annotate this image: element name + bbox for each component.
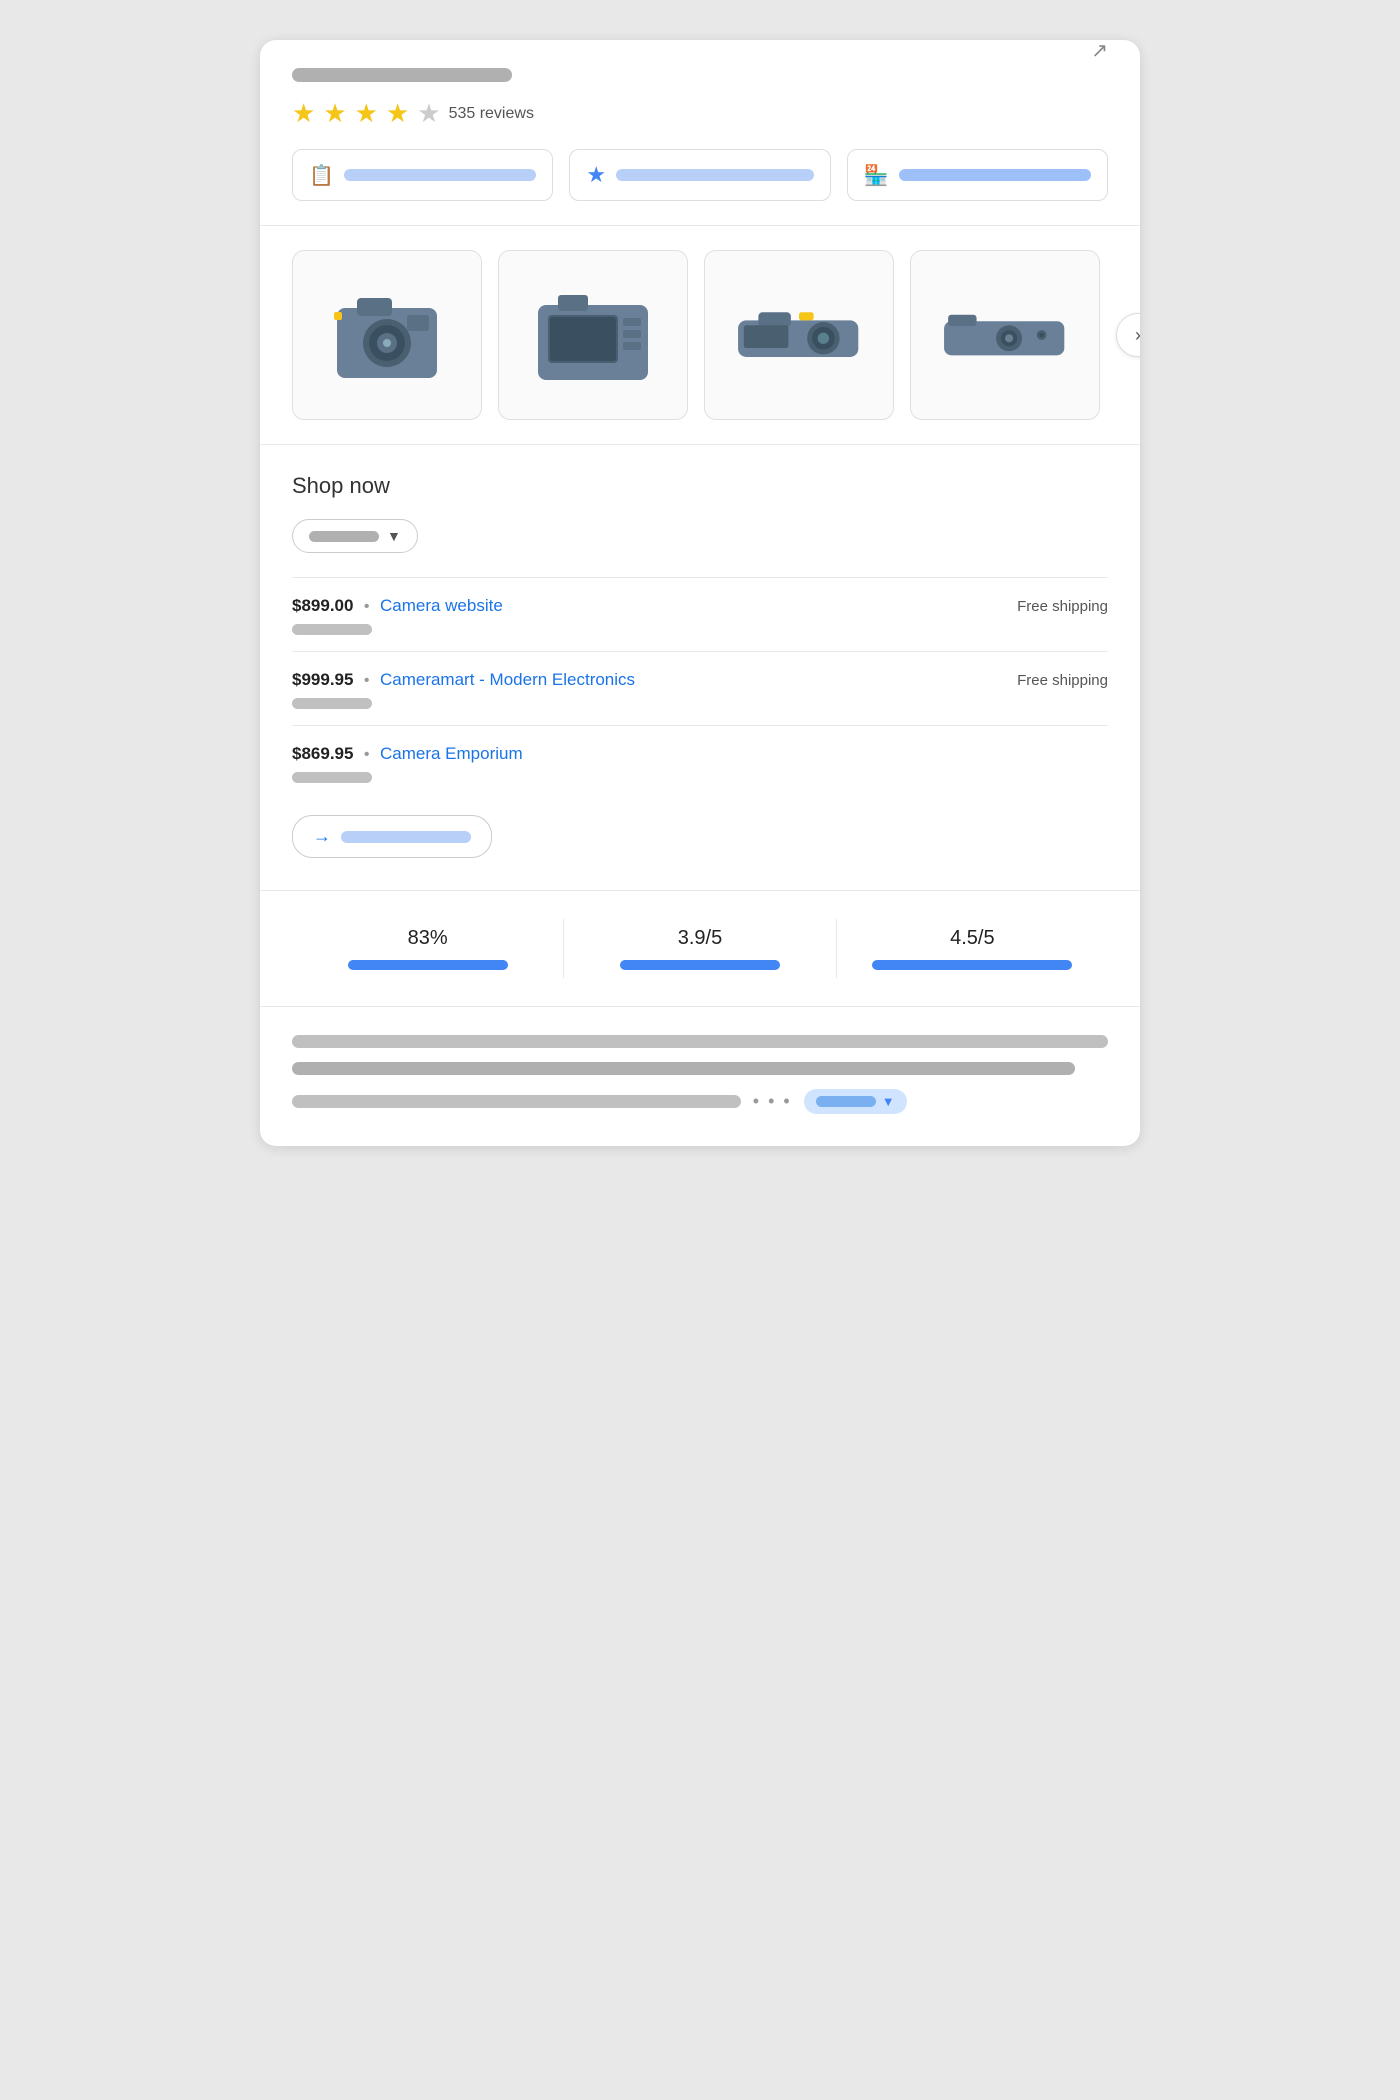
star-1: ★ [292, 98, 315, 129]
text-line-3-row: • • • ▼ [292, 1089, 1108, 1114]
stats-section: 83% 3.9/5 4.5/5 [260, 891, 1140, 1007]
stat-rating1-value: 3.9/5 [678, 927, 722, 950]
listing-1-sub [292, 624, 372, 635]
star-icon: ★ [586, 162, 606, 188]
listing-3-price: $869.95 [292, 744, 353, 763]
store-icon: 🏪 [864, 163, 889, 188]
text-line-1 [292, 1035, 1108, 1048]
star-5-empty: ★ [417, 98, 440, 129]
camera-image-1[interactable] [292, 250, 482, 420]
listing-3-store[interactable]: Camera Emporium [380, 744, 523, 763]
shop-section: Shop now ▼ $899.00 • Camera website Free… [260, 445, 1140, 891]
listing-1-sep: • [364, 598, 370, 615]
stat-rating1-bar [620, 960, 780, 970]
share-icon[interactable]: ↗ [1091, 40, 1108, 63]
listing-1-shipping: Free shipping [1017, 598, 1108, 615]
camera-image-4[interactable] [910, 250, 1100, 420]
action-button-list[interactable]: 📋 [292, 149, 553, 201]
action-btn-label-1 [344, 169, 536, 181]
action-btn-label-3 [899, 169, 1091, 181]
see-more-button[interactable]: → [292, 815, 492, 858]
listing-2-top: $999.95 • Cameramart - Modern Electronic… [292, 670, 1108, 690]
camera-svg-3 [734, 280, 864, 390]
filter-label-bar [309, 531, 379, 542]
camera-svg-2 [528, 280, 658, 390]
listing-3-price-store: $869.95 • Camera Emporium [292, 744, 523, 764]
header-section: ↗ ★ ★ ★ ★ ★ 535 reviews 📋 ★ 🏪 [260, 40, 1140, 226]
more-arrow-icon: → [313, 826, 331, 847]
shop-title: Shop now [292, 473, 1108, 499]
text-line-3 [292, 1095, 741, 1108]
star-3: ★ [355, 98, 378, 129]
list-icon: 📋 [309, 163, 334, 188]
listing-3-sep: • [364, 746, 370, 763]
camera-svg-4 [940, 280, 1070, 390]
images-section: › [260, 226, 1140, 445]
listing-1: $899.00 • Camera website Free shipping [292, 577, 1108, 651]
listing-2-price: $999.95 [292, 670, 353, 689]
next-image-button[interactable]: › [1116, 313, 1140, 357]
text-line-2 [292, 1062, 1075, 1075]
ellipsis: • • • [753, 1091, 792, 1112]
action-button-store[interactable]: 🏪 [847, 149, 1108, 201]
stat-rating2: 4.5/5 [837, 919, 1108, 978]
show-more-button[interactable]: ▼ [804, 1089, 907, 1114]
stat-recommend: 83% [292, 919, 564, 978]
review-count: 535 reviews [449, 105, 534, 123]
stat-recommend-bar [348, 960, 508, 970]
camera-image-3[interactable] [704, 250, 894, 420]
text-section: • • • ▼ [260, 1007, 1140, 1146]
listing-1-store[interactable]: Camera website [380, 596, 503, 615]
camera-image-2[interactable] [498, 250, 688, 420]
filter-chevron-icon: ▼ [387, 528, 401, 544]
camera-svg-1 [322, 280, 452, 390]
listing-2-store[interactable]: Cameramart - Modern Electronics [380, 670, 635, 689]
listing-2-price-store: $999.95 • Cameramart - Modern Electronic… [292, 670, 635, 690]
listing-1-price-store: $899.00 • Camera website [292, 596, 503, 616]
listing-2-sub [292, 698, 372, 709]
rating-row: ★ ★ ★ ★ ★ 535 reviews [292, 98, 1108, 129]
action-btn-label-2 [616, 169, 814, 181]
title-placeholder [292, 68, 512, 82]
stat-rating2-bar [872, 960, 1072, 970]
stat-rating1: 3.9/5 [564, 919, 836, 978]
listing-3-top: $869.95 • Camera Emporium [292, 744, 1108, 764]
listing-1-price: $899.00 [292, 596, 353, 615]
star-2: ★ [323, 98, 346, 129]
more-label-bar [341, 831, 471, 843]
listing-2-sep: • [364, 672, 370, 689]
show-more-label-bar [816, 1096, 876, 1107]
listing-2-shipping: Free shipping [1017, 672, 1108, 689]
filter-button[interactable]: ▼ [292, 519, 418, 553]
star-4: ★ [386, 98, 409, 129]
listing-2: $999.95 • Cameramart - Modern Electronic… [292, 651, 1108, 725]
listing-3: $869.95 • Camera Emporium [292, 725, 1108, 799]
listing-3-sub [292, 772, 372, 783]
action-buttons-row: 📋 ★ 🏪 [292, 149, 1108, 201]
action-button-save[interactable]: ★ [569, 149, 830, 201]
show-more-chevron-icon: ▼ [882, 1094, 895, 1109]
stat-rating2-value: 4.5/5 [950, 927, 994, 950]
stat-recommend-value: 83% [408, 927, 448, 950]
listing-1-top: $899.00 • Camera website Free shipping [292, 596, 1108, 616]
product-card: ↗ ★ ★ ★ ★ ★ 535 reviews 📋 ★ 🏪 [260, 40, 1140, 1146]
